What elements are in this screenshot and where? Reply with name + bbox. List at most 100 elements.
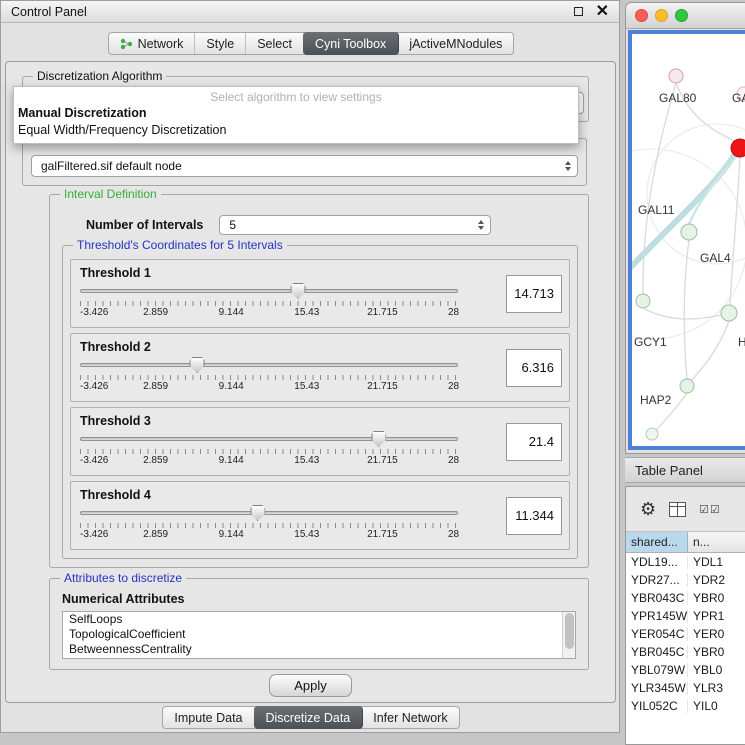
slider-track[interactable] (80, 289, 458, 293)
network-node[interactable] (721, 305, 737, 321)
threshold-label: Threshold 4 (80, 488, 496, 502)
scale-tick-label: -3.426 (80, 529, 108, 540)
slider-track[interactable] (80, 511, 458, 515)
slider-thumb[interactable] (190, 357, 205, 373)
threshold-3-box: Threshold 3 -3.426 2.859 9.144 15.43 (70, 407, 570, 476)
list-item[interactable]: BetweennessCentrality (63, 642, 575, 657)
slider-thumb[interactable] (250, 505, 265, 521)
network-node-label: GA (732, 91, 745, 105)
table-columns-icon[interactable] (669, 502, 686, 517)
cell[interactable]: YIL0 (688, 699, 745, 713)
threshold-1-slider[interactable] (80, 283, 458, 300)
list-scrollbar[interactable] (562, 612, 575, 658)
mac-zoom-icon[interactable] (675, 9, 688, 22)
table-panel-header[interactable]: Table Panel (625, 457, 745, 483)
threshold-4-box: Threshold 4 -3.426 2.859 9.144 15.43 (70, 481, 570, 550)
threshold-1-value[interactable]: 14.713 (506, 275, 562, 313)
cell[interactable]: YBR0 (688, 591, 745, 605)
mac-minimize-icon[interactable] (655, 9, 668, 22)
scrollbar-thumb[interactable] (565, 613, 574, 649)
cell[interactable]: YLR3 (688, 681, 745, 695)
control-panel-window: Control Panel ✕ Network (0, 0, 620, 733)
cell[interactable]: YBR043C (626, 591, 688, 605)
cell[interactable]: YBL0 (688, 663, 745, 677)
column-header-name[interactable]: n... (688, 532, 745, 552)
cell[interactable]: YBR045C (626, 645, 688, 659)
table-row[interactable]: YBL079W YBL0 (626, 661, 745, 679)
tab-label: Discretize Data (266, 711, 351, 725)
scale-tick-label: 28 (448, 529, 459, 540)
tab-infer-network[interactable]: Infer Network (362, 707, 458, 728)
network-node[interactable] (731, 139, 745, 157)
list-item[interactable]: SelfLoops (63, 612, 575, 627)
network-node[interactable] (636, 294, 650, 308)
threshold-3-value[interactable]: 21.4 (506, 423, 562, 461)
cell[interactable]: YER0 (688, 627, 745, 641)
table-row[interactable]: YIL052C YIL0 (626, 697, 745, 715)
list-item[interactable]: TopologicalCoefficient (63, 627, 575, 642)
group-title: Attributes to discretize (60, 572, 186, 585)
cell[interactable]: YDR27... (626, 573, 688, 587)
gear-icon[interactable]: ⚙ (640, 500, 656, 518)
table-row[interactable]: YDR27... YDR2 (626, 571, 745, 589)
slider-scale: -3.426 2.859 9.144 15.43 21.715 28 (80, 529, 458, 540)
network-node[interactable] (680, 379, 694, 393)
threshold-2-value[interactable]: 6.316 (506, 349, 562, 387)
table-data-select[interactable]: galFiltered.sif default node (31, 155, 578, 177)
table-row[interactable]: YLR345W YLR3 (626, 679, 745, 697)
cell[interactable]: YBR0 (688, 645, 745, 659)
tab-impute-data[interactable]: Impute Data (163, 707, 254, 728)
network-canvas[interactable]: GAL80GAGAL11GAL4GCY1HHAP2 (628, 30, 745, 450)
cell[interactable]: YPR145W (626, 609, 688, 623)
cell[interactable]: YDR2 (688, 573, 745, 587)
table-row[interactable]: YBR045C YBR0 (626, 643, 745, 661)
dropdown-item-equal-width-frequency[interactable]: Equal Width/Frequency Discretization (14, 122, 578, 139)
apply-button[interactable]: Apply (269, 674, 352, 697)
cell[interactable]: YDL1 (688, 555, 745, 569)
number-of-intervals-select[interactable]: 5 (219, 215, 491, 235)
slider-thumb[interactable] (291, 283, 306, 299)
numerical-attributes-list[interactable]: SelfLoops TopologicalCoefficient Between… (62, 611, 576, 659)
cell[interactable]: YLR345W (626, 681, 688, 695)
tab-label: Network (138, 37, 184, 51)
cell[interactable]: YPR1 (688, 609, 745, 623)
mac-close-icon[interactable] (635, 9, 648, 22)
threshold-3-slider[interactable] (80, 431, 458, 448)
table-row[interactable]: YBR043C YBR0 (626, 589, 745, 607)
apply-row: Apply (6, 674, 615, 697)
slider-track[interactable] (80, 437, 458, 441)
tab-select[interactable]: Select (246, 33, 304, 54)
tab-style[interactable]: Style (195, 33, 246, 54)
scale-tick-label: -3.426 (80, 381, 108, 392)
scale-tick-label: 9.144 (219, 381, 244, 392)
network-node[interactable] (669, 69, 683, 83)
table-row[interactable]: YDL19... YDL1 (626, 553, 745, 571)
threshold-4-slider[interactable] (80, 505, 458, 522)
checkbox-icons[interactable]: ☑☑ (699, 503, 721, 516)
tab-jactivemnodules[interactable]: jActiveMNodules (398, 33, 513, 54)
cell[interactable]: YBL079W (626, 663, 688, 677)
cell[interactable]: YDL19... (626, 555, 688, 569)
slider-ticks (80, 449, 458, 454)
cell[interactable]: YER054C (626, 627, 688, 641)
table-row[interactable]: YPR145W YPR1 (626, 607, 745, 625)
network-node[interactable] (681, 224, 697, 240)
threshold-2-slider[interactable] (80, 357, 458, 374)
tab-network[interactable]: Network (109, 33, 196, 54)
close-icon[interactable]: ✕ (596, 5, 609, 19)
cell[interactable]: YIL052C (626, 699, 688, 713)
tab-cyni-toolbox[interactable]: Cyni Toolbox (303, 32, 399, 55)
float-icon[interactable] (574, 7, 583, 16)
slider-thumb[interactable] (371, 431, 386, 447)
network-node[interactable] (646, 428, 658, 440)
network-window-titlebar[interactable] (626, 3, 745, 29)
control-panel-titlebar[interactable]: Control Panel ✕ (1, 1, 619, 23)
slider-track[interactable] (80, 363, 458, 367)
tab-discretize-data[interactable]: Discretize Data (254, 706, 364, 729)
column-header-shared[interactable]: shared... (626, 532, 688, 552)
threshold-4-value[interactable]: 11.344 (506, 497, 562, 535)
scale-tick-label: 21.715 (367, 455, 398, 466)
table-row[interactable]: YER054C YER0 (626, 625, 745, 643)
slider-ticks (80, 375, 458, 380)
dropdown-item-manual-discretization[interactable]: Manual Discretization (14, 105, 578, 122)
